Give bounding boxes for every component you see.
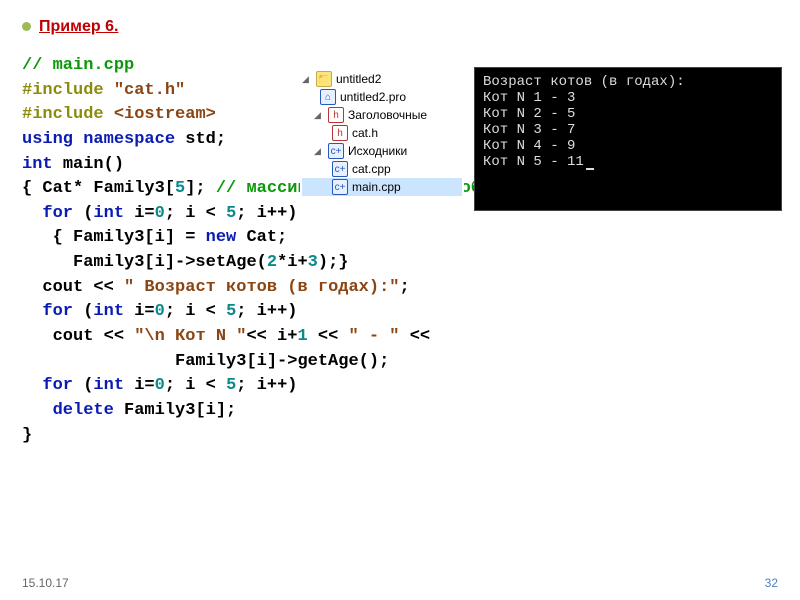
footer: 15.10.17 32	[22, 576, 778, 590]
cpp-file-icon: c+	[332, 179, 348, 195]
console-output: Возраст котов (в годах): Кот N 1 - 3 Кот…	[475, 68, 781, 210]
tree-pro[interactable]: ⌂untitled2.pro	[302, 88, 462, 106]
tree-sources[interactable]: ◢c+Исходники	[302, 142, 462, 160]
console-line: Кот N 2 - 5	[483, 106, 773, 122]
h-file-icon: h	[332, 125, 348, 141]
console-line: Кот N 5 - 11	[483, 154, 773, 170]
console-line: Кот N 4 - 9	[483, 138, 773, 154]
tree-catcpp[interactable]: c+cat.cpp	[302, 160, 462, 178]
console-line: Кот N 1 - 3	[483, 90, 773, 106]
bullet-icon	[22, 22, 31, 31]
tree-maincpp[interactable]: c+main.cpp	[302, 178, 462, 196]
slide-title: Пример 6.	[22, 18, 778, 36]
cpp-file-icon: c+	[332, 161, 348, 177]
tree-headers[interactable]: ◢hЗаголовочные	[302, 106, 462, 124]
folder-icon: 📁	[316, 71, 332, 87]
header-folder-icon: h	[328, 107, 344, 123]
cursor-icon	[586, 168, 594, 170]
tree-cath[interactable]: hcat.h	[302, 124, 462, 142]
page-number: 32	[765, 576, 778, 590]
file-icon: ⌂	[320, 89, 336, 105]
project-tree: ◢📁untitled2 ⌂untitled2.pro ◢hЗаголовочны…	[300, 68, 464, 198]
source-folder-icon: c+	[328, 143, 344, 159]
tree-root[interactable]: ◢📁untitled2	[302, 70, 462, 88]
console-line: Кот N 3 - 7	[483, 122, 773, 138]
footer-date: 15.10.17	[22, 576, 69, 590]
console-line: Возраст котов (в годах):	[483, 74, 773, 90]
